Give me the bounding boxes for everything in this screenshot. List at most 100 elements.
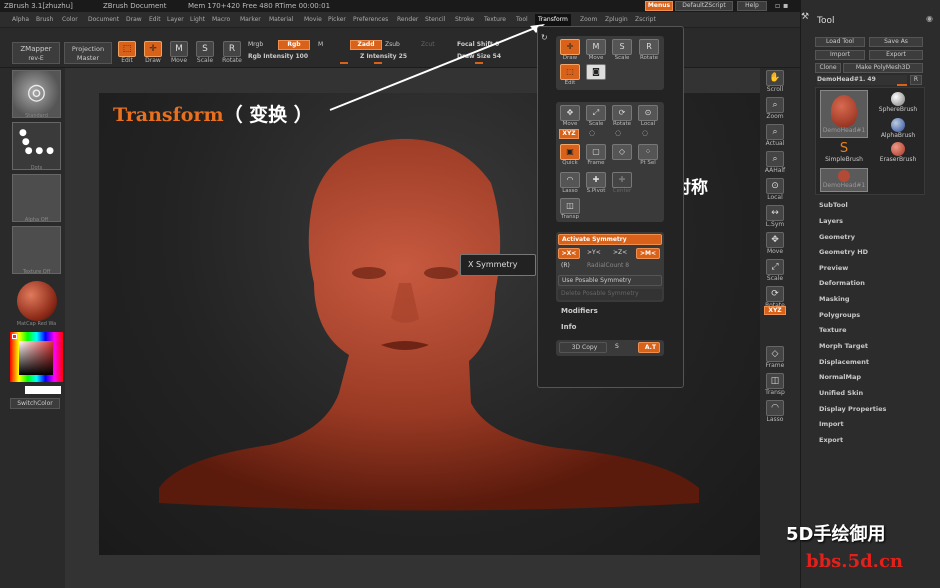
shelf-scale-button[interactable]: ⤢ Scale	[762, 259, 788, 282]
display-properties-menu[interactable]: Display Properties	[819, 405, 886, 413]
masking-menu[interactable]: Masking	[819, 295, 850, 303]
alpha-thumbnail[interactable]	[12, 174, 61, 222]
lsym-button[interactable]: ↔ L.Sym	[762, 205, 788, 228]
ptsel-button[interactable]: ⁘ Pt Sel	[636, 144, 660, 166]
menu-document[interactable]: Document	[88, 12, 119, 28]
radial-r-button[interactable]: (R)	[558, 261, 580, 272]
s-button[interactable]: S	[612, 342, 626, 353]
radial-count-slider[interactable]: RadialCount 8	[584, 261, 660, 272]
y-symmetry-button[interactable]: >Y<	[584, 248, 606, 259]
tool-export-button[interactable]: Export	[869, 50, 923, 60]
texture-thumbnail[interactable]	[12, 226, 61, 274]
scroll-button[interactable]: ✋ Scroll	[762, 70, 788, 93]
lock2-icon[interactable]: ◌	[615, 129, 621, 137]
z-symmetry-button[interactable]: >Z<	[610, 248, 632, 259]
spivot-button[interactable]: ✚ S.Pivot	[584, 172, 608, 194]
menu-stencil[interactable]: Stencil	[425, 12, 445, 28]
tool-panel-close-icon[interactable]: ◉	[926, 14, 933, 23]
menu-macro[interactable]: Macro	[212, 12, 230, 28]
menu-tool[interactable]: Tool	[516, 12, 528, 28]
menu-texture[interactable]: Texture	[484, 12, 506, 28]
tool-item-simplebrush[interactable]: S SimpleBrush	[820, 142, 868, 166]
popup-reset-icon[interactable]: ↻	[541, 33, 548, 42]
help-button[interactable]: Help	[737, 1, 767, 11]
popup-edit-button[interactable]: ⬚ Edit	[558, 64, 582, 86]
at-button[interactable]: A.T	[638, 342, 660, 353]
popup-rotate-button[interactable]: R Rotate	[636, 39, 662, 61]
delete-posable-symmetry-button[interactable]: Delete Posable Symmetry	[558, 289, 662, 300]
menu-marker[interactable]: Marker	[240, 12, 261, 28]
menu-stroke[interactable]: Stroke	[455, 12, 474, 28]
frame-button[interactable]: ▢ Frame	[584, 144, 608, 166]
standard-brush-thumbnail[interactable]: ◎	[12, 70, 61, 118]
center-button[interactable]: ✚ Center	[610, 172, 634, 194]
switchcolor-button[interactable]: SwitchColor	[10, 398, 60, 409]
transform-move-button[interactable]: ✥ Move	[558, 105, 582, 127]
tool-item-eraserbrush[interactable]: EraserBrush	[874, 142, 922, 166]
menu-picker[interactable]: Picker	[328, 12, 346, 28]
zsub-button[interactable]: Zsub	[385, 41, 400, 48]
save-as-button[interactable]: Save As	[869, 37, 923, 47]
import-menu[interactable]: Import	[819, 420, 844, 428]
transform-scale-button[interactable]: ⤢ Scale	[584, 105, 608, 127]
cube-button[interactable]: ◇	[610, 144, 634, 160]
export-menu[interactable]: Export	[819, 436, 843, 444]
menu-movie[interactable]: Movie	[304, 12, 322, 28]
x-symmetry-button[interactable]: >X<	[558, 248, 580, 259]
transform-local-button[interactable]: ⊙ Local	[636, 105, 660, 127]
window-controls-icon[interactable]: ▫ ▪	[775, 1, 795, 11]
menu-render[interactable]: Render	[397, 12, 418, 28]
tool-item-alphabrush[interactable]: AlphaBrush	[874, 116, 922, 140]
menu-edit[interactable]: Edit	[149, 12, 161, 28]
secondary-color-swatch[interactable]	[25, 386, 61, 394]
shelf-xyz-button[interactable]: XYZ	[764, 306, 786, 315]
tool-r-button[interactable]: R	[910, 75, 922, 85]
menu-material[interactable]: Material	[269, 12, 293, 28]
tool-item-demohead-2[interactable]: DemoHead#1	[820, 168, 868, 192]
subtool-menu[interactable]: SubTool	[819, 201, 848, 209]
preview-menu[interactable]: Preview	[819, 264, 848, 272]
draw-size-slider[interactable]: Draw Size 54	[457, 53, 501, 60]
activate-symmetry-button[interactable]: Activate Symmetry	[558, 234, 662, 245]
move-button[interactable]: M Move	[168, 41, 190, 64]
lock-icon[interactable]: ◌	[589, 129, 595, 137]
modifiers-section[interactable]: Modifiers	[561, 307, 598, 315]
layers-menu[interactable]: Layers	[819, 217, 843, 225]
menus-button[interactable]: Menus	[645, 1, 673, 11]
actual-button[interactable]: ⌕ Actual	[762, 124, 788, 147]
tool-import-button[interactable]: Import	[815, 50, 865, 60]
menu-draw[interactable]: Draw	[126, 12, 142, 28]
aahalf-button[interactable]: ⌕ AAHalf	[762, 151, 788, 174]
unified-skin-menu[interactable]: Unified Skin	[819, 389, 863, 397]
quick-button[interactable]: ▣ Quick	[558, 144, 582, 166]
xyz-button[interactable]: XYZ	[559, 129, 579, 139]
shelf-lasso-button[interactable]: ◠ Lasso	[762, 400, 788, 423]
m-symmetry-button[interactable]: >M<	[636, 248, 660, 259]
rgb-intensity-slider[interactable]: Rgb Intensity 100	[248, 53, 308, 60]
menu-preferences[interactable]: Preferences	[353, 12, 388, 28]
tool-item-demohead[interactable]: DemoHead#1	[820, 90, 868, 138]
geometry-hd-menu[interactable]: Geometry HD	[819, 248, 868, 256]
scale-button[interactable]: S Scale	[194, 41, 216, 64]
menu-brush[interactable]: Brush	[36, 12, 53, 28]
transform-rotate-button[interactable]: ⟳ Rotate	[610, 105, 634, 127]
color-square[interactable]	[19, 341, 53, 375]
local-shelf-button[interactable]: ⊙ Local	[762, 178, 788, 201]
use-posable-symmetry-button[interactable]: Use Posable Symmetry	[558, 275, 662, 286]
normalmap-menu[interactable]: NormalMap	[819, 373, 861, 381]
load-tool-button[interactable]: Load Tool	[815, 37, 865, 47]
info-section[interactable]: Info	[561, 323, 576, 331]
rotate-button[interactable]: R Rotate	[220, 41, 244, 64]
shelf-move-button[interactable]: ✥ Move	[762, 232, 788, 255]
rgb-button[interactable]: Rgb	[278, 40, 310, 50]
lock3-icon[interactable]: ◌	[642, 129, 648, 137]
popup-snapshot-button[interactable]: ◙	[584, 64, 608, 80]
menu-alpha[interactable]: Alpha	[12, 12, 29, 28]
zcut-button[interactable]: Zcut	[421, 41, 435, 48]
texture-menu[interactable]: Texture	[819, 326, 847, 334]
z-intensity-slider[interactable]: Z Intensity 25	[360, 53, 407, 60]
dots-stroke-thumbnail[interactable]: ● ● ● ● ●	[12, 122, 61, 170]
focal-shift-slider[interactable]: Focal Shift 0	[457, 41, 499, 48]
popup-scale-button[interactable]: S Scale	[610, 39, 634, 61]
material-thumbnail[interactable]	[12, 278, 61, 326]
